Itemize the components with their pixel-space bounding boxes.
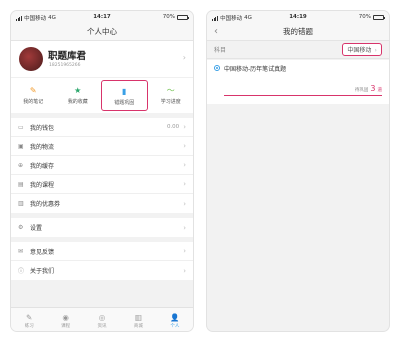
tab-practice[interactable]: ✎ 练习 [11, 308, 47, 331]
download-icon: ⊕ [18, 161, 24, 169]
highlight-underline [224, 94, 382, 96]
pending-unit: 道 [377, 88, 383, 93]
menu-item-courses[interactable]: ▤ 我的课程 › [11, 175, 193, 194]
menu-item-coupons[interactable]: ▥ 我的优惠券 › [11, 194, 193, 213]
shortcut-label: 我的笔记 [23, 99, 44, 105]
tab-label: 商城 [133, 324, 143, 329]
user-phone: 18251965266 [49, 63, 81, 68]
menu-label: 我的物流 [30, 143, 55, 151]
star-icon: ★ [74, 86, 82, 95]
wallet-balance: 0.00 [166, 124, 180, 130]
avatar[interactable] [19, 47, 43, 71]
tab-courses[interactable]: ◉ 课程 [47, 308, 83, 331]
logistics-icon: ▣ [18, 142, 24, 150]
settings-icon: ⚙ [18, 224, 24, 231]
play-icon: ◉ [62, 313, 69, 322]
menu-label: 我的钱包 [30, 124, 55, 132]
subject-filter: 科目 中国移动 › [207, 41, 389, 59]
pending-label: 待巩固 [354, 88, 369, 93]
shortcut-label: 错题巩固 [114, 100, 135, 106]
tab-label: 练习 [24, 324, 34, 329]
tab-label: 个人 [170, 324, 180, 329]
shortcut-mistakes[interactable]: ▮ 错题巩固 [101, 80, 148, 111]
feedback-icon: ✉ [18, 247, 24, 255]
battery-icon [177, 14, 189, 20]
battery-icon [373, 14, 385, 20]
note-icon: ✎ [29, 86, 37, 95]
chevron-right-icon: › [183, 180, 186, 188]
battery-percent: 70% [162, 14, 175, 20]
tab-label: 课程 [61, 324, 71, 329]
menu-group-support: ✉ 意见反馈 › ⓘ 关于我们 › [11, 242, 193, 280]
chevron-right-icon: › [183, 247, 186, 255]
menu-label: 关于我们 [30, 268, 55, 275]
nav-bar: ‹ 我的错题 [207, 23, 389, 41]
menu-label: 我的缓存 [30, 162, 55, 170]
battery-percent: 70% [358, 14, 371, 20]
menu-label: 意见反馈 [30, 248, 55, 256]
chevron-right-icon: › [183, 266, 186, 275]
target-icon [214, 65, 220, 71]
menu-item-wallet[interactable]: ▭ 我的钱包 0.00 › [11, 118, 193, 137]
progress-icon: 〜 [166, 86, 175, 95]
chevron-right-icon: › [183, 161, 186, 169]
user-name: 职题库君 [48, 51, 87, 62]
pen-icon: ✎ [26, 313, 33, 322]
subject-select[interactable]: 中国移动 › [342, 43, 382, 56]
back-icon[interactable]: ‹ [214, 23, 218, 41]
chevron-right-icon: › [183, 142, 186, 150]
books-icon: ▥ [134, 313, 142, 322]
shortcut-label: 我的收藏 [67, 99, 88, 105]
chevron-right-icon: › [183, 223, 186, 232]
menu-item-settings[interactable]: ⚙ 设置 › [11, 218, 193, 237]
status-bar: 中国移动 4G 14:17 70% [11, 11, 193, 23]
course-icon: ▤ [18, 180, 24, 188]
subject-value: 中国移动 [347, 47, 372, 54]
filter-label: 科目 [214, 47, 227, 54]
profile-screen: 中国移动 4G 14:17 70% 个人中心 职题库君 18251965266 … [10, 10, 194, 332]
menu-item-about[interactable]: ⓘ 关于我们 › [11, 261, 193, 280]
shortcut-favorites[interactable]: ★ 我的收藏 [56, 78, 101, 113]
person-icon: 👤 [170, 313, 180, 322]
compass-icon: ◎ [98, 313, 106, 322]
info-icon: ⓘ [18, 268, 25, 275]
shortcut-label: 学习进度 [160, 99, 181, 105]
mistake-set-title: 中国移动-历年笔试真题 [224, 66, 287, 73]
menu-label: 我的课程 [30, 181, 55, 189]
wallet-icon: ▭ [18, 123, 24, 131]
chevron-right-icon: › [182, 53, 186, 62]
tab-profile[interactable]: 👤 个人 [157, 308, 193, 331]
menu-group-settings: ⚙ 设置 › [11, 218, 193, 237]
menu-item-logistics[interactable]: ▣ 我的物流 › [11, 137, 193, 156]
book-icon: ▮ [122, 87, 127, 96]
status-bar: 中国移动 4G 14:19 70% [207, 11, 389, 23]
pending-count: 待巩固 3 道 [355, 84, 382, 93]
chevron-right-icon: › [183, 123, 186, 131]
chevron-right-icon: › [183, 199, 186, 208]
menu-item-cache[interactable]: ⊕ 我的缓存 › [11, 156, 193, 175]
tab-bar: ✎ 练习 ◉ 课程 ◎ 资讯 ▥ 商城 👤 个人 [11, 307, 193, 331]
chevron-right-icon: › [374, 45, 377, 54]
tab-label: 资讯 [97, 324, 107, 329]
profile-card[interactable]: 职题库君 18251965266 › [11, 41, 193, 77]
menu-label: 我的优惠券 [30, 201, 61, 208]
mistakes-screen: 中国移动 4G 14:19 70% ‹ 我的错题 科目 中国移动 › 中国移动-… [206, 10, 390, 332]
pending-number: 3 [370, 84, 376, 93]
mistake-set-card[interactable]: 中国移动-历年笔试真题 待巩固 3 道 [207, 60, 389, 104]
menu-label: 设置 [30, 225, 43, 232]
page-title: 我的错题 [283, 27, 313, 36]
page-title: 个人中心 [11, 23, 193, 41]
tab-shop[interactable]: ▥ 商城 [120, 308, 156, 331]
shortcut-progress[interactable]: 〜 学习进度 [149, 78, 194, 113]
tab-news[interactable]: ◎ 资讯 [84, 308, 120, 331]
menu-group-account: ▭ 我的钱包 0.00 › ▣ 我的物流 › ⊕ 我的缓存 › ▤ 我的课程 ›… [11, 118, 193, 213]
shortcut-bar: ✎ 我的笔记 ★ 我的收藏 ▮ 错题巩固 〜 学习进度 [11, 77, 193, 113]
coupon-icon: ▥ [18, 200, 24, 207]
shortcut-notes[interactable]: ✎ 我的笔记 [11, 78, 56, 113]
menu-item-feedback[interactable]: ✉ 意见反馈 › [11, 242, 193, 261]
